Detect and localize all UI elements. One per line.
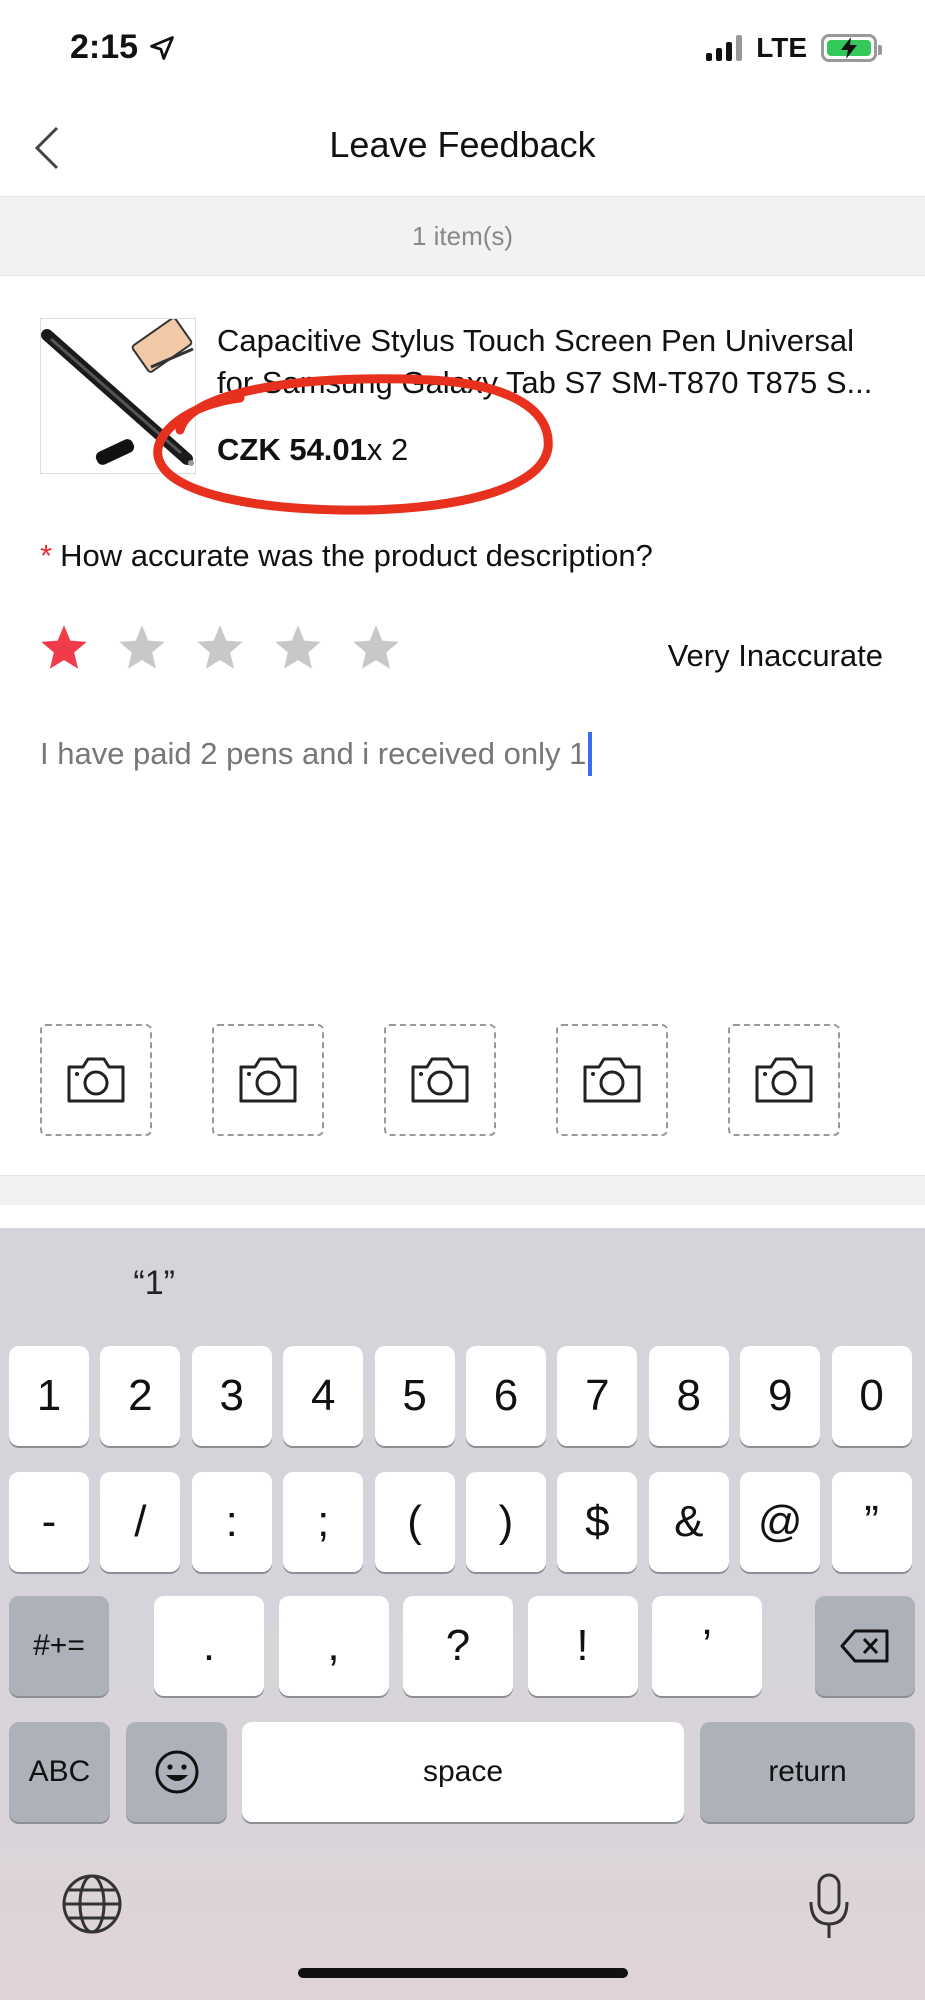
suggestion-item[interactable]: “1” <box>0 1228 308 1338</box>
return-key[interactable]: return <box>700 1722 915 1822</box>
key-symbol[interactable]: / <box>100 1472 181 1572</box>
price-row: CZK 54.01x 2 <box>217 432 408 468</box>
question-label: * How accurate was the product descriptio… <box>40 538 653 574</box>
microphone-icon <box>809 1873 849 1938</box>
key-symbol[interactable]: : <box>191 1472 272 1572</box>
feedback-input[interactable]: I have paid 2 pens and i received only 1 <box>40 732 593 776</box>
camera-icon <box>755 1057 813 1103</box>
delete-key[interactable] <box>815 1596 915 1696</box>
divider <box>0 1175 925 1205</box>
status-bar: 2:15 LTE <box>0 0 925 100</box>
key-punctuation[interactable]: , <box>278 1596 389 1696</box>
key-6[interactable]: 6 <box>466 1346 546 1446</box>
camera-icon <box>411 1057 469 1103</box>
backspace-icon <box>840 1629 889 1663</box>
key-punctuation[interactable]: ! <box>527 1596 638 1696</box>
globe-key[interactable] <box>60 1872 124 1941</box>
photo-upload-row <box>40 1024 840 1136</box>
emoji-key[interactable] <box>126 1722 227 1822</box>
star-icon[interactable] <box>38 622 90 674</box>
key-punctuation[interactable]: . <box>154 1596 264 1696</box>
key-symbol[interactable]: - <box>9 1472 89 1572</box>
key-symbol[interactable]: ) <box>466 1472 546 1572</box>
network-label: LTE <box>756 32 807 63</box>
text-cursor <box>588 732 593 776</box>
required-mark: * <box>40 538 53 573</box>
location-arrow-icon <box>150 35 174 60</box>
nav-bar: Leave Feedback <box>0 100 925 195</box>
key-8[interactable]: 8 <box>648 1346 729 1446</box>
camera-icon <box>67 1057 125 1103</box>
key-5[interactable]: 5 <box>374 1346 455 1446</box>
key-0[interactable]: 0 <box>831 1346 912 1446</box>
key-2[interactable]: 2 <box>100 1346 181 1446</box>
camera-icon <box>239 1057 297 1103</box>
status-time: 2:15 <box>70 28 176 67</box>
key-symbol[interactable]: @ <box>740 1472 821 1572</box>
globe-icon <box>62 1874 122 1934</box>
keyboard: “1” 1 2 3 4 5 6 7 8 9 0 - /:;() $ & @” #+=.,?!’ ABC space… <box>0 1228 925 2000</box>
star-icon[interactable] <box>272 622 324 674</box>
add-photo-button[interactable] <box>728 1024 840 1136</box>
signal-icon <box>706 35 743 61</box>
key-symbol[interactable]: ; <box>283 1472 364 1572</box>
add-photo-button[interactable] <box>384 1024 496 1136</box>
emoji-icon <box>155 1750 198 1794</box>
key-symbol[interactable]: ” <box>831 1472 912 1572</box>
product-quantity: x 2 <box>366 432 409 467</box>
star-icon[interactable] <box>194 622 246 674</box>
key-symbol[interactable]: & <box>648 1472 729 1572</box>
product-image[interactable] <box>40 317 196 474</box>
add-photo-button[interactable] <box>40 1024 152 1136</box>
question-text: How accurate was the product description… <box>60 538 653 573</box>
suggestion-empty[interactable] <box>617 1228 925 1338</box>
camera-icon <box>583 1057 641 1103</box>
items-count: 1 item(s) <box>0 196 925 276</box>
add-photo-button[interactable] <box>556 1024 668 1136</box>
rating-label: Very Inaccurate <box>667 638 883 673</box>
key-3[interactable]: 3 <box>191 1346 272 1446</box>
key-7[interactable]: 7 <box>557 1346 638 1446</box>
suggestion-bar: “1” <box>0 1228 925 1338</box>
product-price: CZK 54.01 <box>217 432 367 467</box>
key-9[interactable]: 9 <box>740 1346 821 1446</box>
star-icon[interactable] <box>116 622 168 674</box>
product-title[interactable]: Capacitive Stylus Touch Screen Pen Unive… <box>217 320 887 404</box>
add-photo-button[interactable] <box>212 1024 324 1136</box>
key-symbol[interactable]: $ <box>557 1472 638 1572</box>
battery-icon <box>821 34 882 62</box>
dictation-key[interactable] <box>806 1872 852 1947</box>
key-punctuation[interactable]: ? <box>403 1596 513 1696</box>
symbols-toggle-key[interactable]: #+= <box>9 1596 109 1696</box>
suggestion-empty[interactable] <box>308 1228 616 1338</box>
space-key[interactable]: space <box>242 1722 684 1822</box>
home-indicator <box>298 1968 628 1978</box>
page-title: Leave Feedback <box>329 124 596 165</box>
time-label: 2:15 <box>70 28 139 66</box>
key-4[interactable]: 4 <box>283 1346 364 1446</box>
star-rating[interactable] <box>38 622 402 674</box>
star-icon[interactable] <box>350 622 402 674</box>
key-1[interactable]: 1 <box>9 1346 89 1446</box>
product-card: Capacitive Stylus Touch Screen Pen Unive… <box>0 300 925 490</box>
feedback-text: I have paid 2 pens and i received only 1 <box>40 736 587 771</box>
abc-key[interactable]: ABC <box>9 1722 110 1822</box>
key-punctuation[interactable]: ’ <box>652 1596 762 1696</box>
key-symbol[interactable]: ( <box>374 1472 455 1572</box>
